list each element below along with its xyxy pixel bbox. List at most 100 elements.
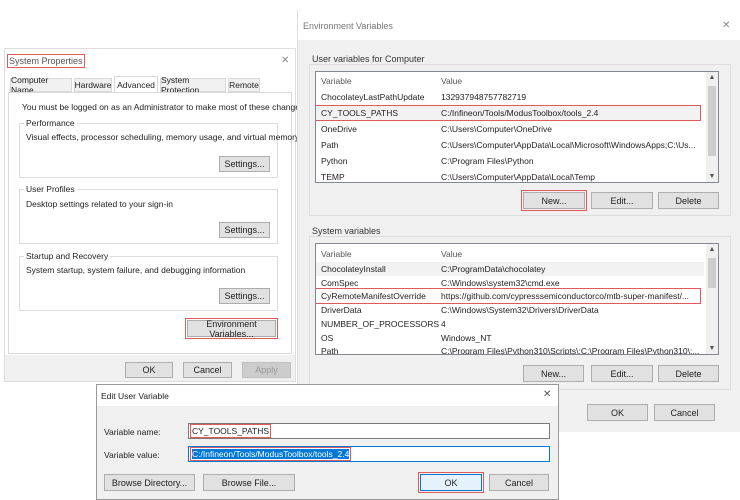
variable-value: C:\Windows\system32\cmd.exe [441,277,560,288]
user-profiles-settings-button[interactable]: Settings... [219,222,270,238]
variable-value: 132937948757782719 [441,92,527,102]
variable-name-value: CY_TOOLS_PATHS [190,424,271,438]
env-ok-button[interactable]: OK [587,404,648,421]
variable-name: Path [321,346,339,355]
tab-hardware[interactable]: Hardware [74,78,112,92]
scroll-down-icon[interactable]: ▼ [706,173,718,180]
table-row[interactable]: OneDrive C:\Users\Computer\OneDrive [316,122,704,136]
variable-value: Windows_NT [441,332,492,343]
scroll-thumb[interactable] [708,258,716,288]
table-row[interactable]: Path C:\Program Files\Python310\Scripts\;… [316,344,704,355]
startup-settings-button[interactable]: Settings... [219,288,270,304]
performance-settings-button[interactable]: Settings... [219,156,270,172]
close-icon[interactable]: ✕ [722,20,730,31]
tab-computer-name[interactable]: Computer Name [10,75,72,95]
scroll-up-icon[interactable]: ▲ [706,74,718,81]
table-row[interactable]: Python C:\Program Files\Python [316,154,704,168]
environment-variables-title: Environment Variables [303,21,393,31]
variable-name: Python [321,156,348,166]
variable-value: C:\Windows\System32\Drivers\DriverData [441,305,599,316]
variable-value: C:\Program Files\Python [441,156,534,166]
scroll-down-icon[interactable]: ▼ [706,345,718,352]
column-variable[interactable]: Variable [321,76,352,86]
table-row[interactable]: TEMP C:\Users\Computer\AppData\Local\Temp [316,170,704,182]
table-row[interactable]: Path C:\Users\Computer\AppData\Local\Micr… [316,138,704,152]
list-header: Variable Value [316,74,704,88]
edit-dialog-title: Edit User Variable [101,391,169,401]
table-row[interactable]: OS Windows_NT [316,331,704,345]
admin-note: You must be logged on as an Administrato… [22,102,307,112]
user-profiles-label: User Profiles [24,184,77,194]
env-cancel-button[interactable]: Cancel [654,404,715,421]
close-icon[interactable]: ✕ [543,389,551,400]
table-row[interactable]: ChocolateyInstall C:\ProgramData\chocolat… [316,262,704,276]
tab-remote[interactable]: Remote [228,78,260,92]
system-variables-list[interactable]: Variable Value ChocolateyInstall C:\Progra… [315,243,719,355]
scroll-up-icon[interactable]: ▲ [706,246,718,253]
variable-name: ChocolateyInstall [321,264,386,274]
browse-file-button[interactable]: Browse File... [203,474,295,491]
variable-name: OneDrive [321,124,357,134]
variable-name: DriverData [321,305,362,316]
system-edit-button[interactable]: Edit... [591,365,653,382]
system-variables-label: System variables [310,226,383,236]
user-variables-list[interactable]: Variable Value ChocolateyLastPathUpdate 13… [315,71,719,183]
variable-value: C:\Users\Computer\OneDrive [441,124,553,134]
edit-ok-button[interactable]: OK [418,472,484,493]
close-icon[interactable]: ✕ [281,55,289,66]
variable-value: C:\Program Files\Python310\Scripts\;C:\P… [441,346,700,355]
column-value[interactable]: Value [441,249,700,259]
variable-value: C:\Users\Computer\AppData\Local\Temp [441,172,596,182]
performance-label: Performance [24,118,77,128]
variable-name-input[interactable]: CY_TOOLS_PATHS [188,423,550,439]
edit-cancel-button[interactable]: Cancel [489,474,549,491]
variable-name: ChocolateyLastPathUpdate [321,92,425,102]
system-new-button[interactable]: New... [523,365,584,382]
system-properties-cancel-button[interactable]: Cancel [183,362,232,378]
system-delete-button[interactable]: Delete [658,365,719,382]
variable-name-label: Variable name: [104,427,161,437]
variable-name: Path [321,140,339,150]
user-new-button[interactable]: New... [521,190,587,211]
table-row[interactable]: NUMBER_OF_PROCESSORS 4 [316,317,704,331]
table-row[interactable]: CyRemoteManifestOverride https://github.c… [316,288,701,305]
variable-value: C:\Users\Computer\AppData\Local\Microsof… [441,140,696,150]
variable-name: NUMBER_OF_PROCESSORS [321,318,440,329]
tab-advanced[interactable]: Advanced [114,76,158,93]
tab-system-protection[interactable]: System Protection [160,75,226,95]
list-header: Variable Value [316,247,704,261]
environment-variables-button[interactable]: Environment Variables... [185,318,278,339]
variable-value: C:\ProgramData\chocolatey [441,264,546,274]
table-row[interactable]: DriverData C:\Windows\System32\Drivers\Dr… [316,303,704,317]
performance-desc: Visual effects, processor scheduling, me… [26,132,300,142]
scrollbar[interactable]: ▲ ▼ [706,72,718,182]
system-properties-apply-button: Apply [242,362,291,378]
variable-value: C:/Infineon/Tools/ModusToolbox/tools_2.4 [441,108,599,118]
table-row[interactable]: ChocolateyLastPathUpdate 1329379487577827… [316,90,704,104]
user-variables-label: User variables for Computer [310,54,427,64]
variable-value-label: Variable value: [104,450,160,460]
variable-name: TEMP [321,172,345,182]
variable-value: https://github.com/cypresssemiconductorc… [441,291,690,302]
scroll-thumb[interactable] [708,86,716,156]
variable-value-input[interactable]: C:/Infineon/Tools/ModusToolbox/tools_2.4 [188,446,550,462]
scrollbar[interactable]: ▲ ▼ [706,244,718,354]
table-row[interactable]: CY_TOOLS_PATHS C:/Infineon/Tools/ModusToo… [316,105,701,121]
column-value[interactable]: Value [441,76,700,86]
user-edit-button[interactable]: Edit... [591,192,653,209]
system-properties-ok-button[interactable]: OK [125,362,173,378]
variable-name: CyRemoteManifestOverride [321,291,426,302]
variable-value: 4 [441,318,446,329]
column-variable[interactable]: Variable [321,249,352,259]
variable-name: ComSpec [321,277,359,288]
variable-name: OS [321,332,334,343]
startup-recovery-label: Startup and Recovery [24,251,111,261]
table-row[interactable]: ComSpec C:\Windows\system32\cmd.exe [316,276,704,290]
user-delete-button[interactable]: Delete [658,192,719,209]
user-profiles-desc: Desktop settings related to your sign-in [26,199,173,209]
browse-directory-button[interactable]: Browse Directory... [104,474,195,491]
variable-value-selected: C:/Infineon/Tools/ModusToolbox/tools_2.4 [189,447,352,461]
variable-name: CY_TOOLS_PATHS [321,108,398,118]
startup-recovery-desc: System startup, system failure, and debu… [26,265,246,275]
system-properties-title: System Properties [7,54,85,68]
